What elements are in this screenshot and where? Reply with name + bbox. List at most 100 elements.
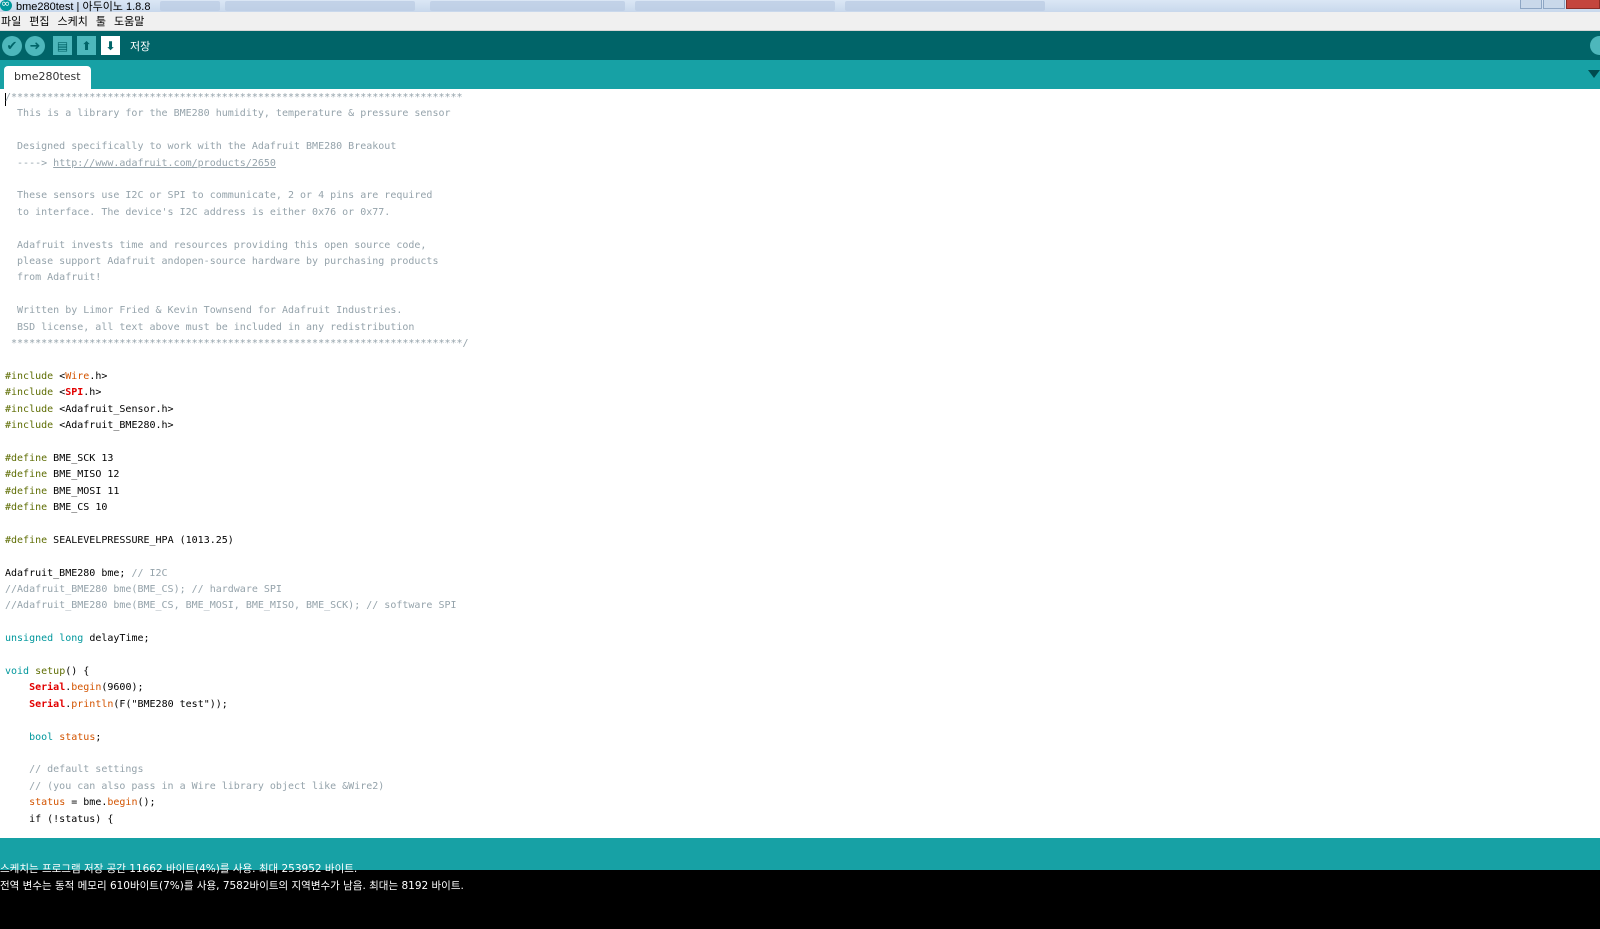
code-token: begin [107, 797, 138, 809]
code-line[interactable]: unsigned long delayTime; [5, 630, 150, 647]
code-line[interactable]: #define BME_MISO 12 [5, 466, 119, 483]
code-token: bool [29, 731, 54, 743]
code-line[interactable]: #define BME_CS 10 [5, 499, 107, 516]
code-line[interactable]: BSD license, all text above must be incl… [5, 319, 414, 336]
background-taskbar-tab [160, 1, 220, 11]
code-line[interactable]: These sensors use I2C or SPI to communic… [5, 187, 432, 204]
code-token: //Adafruit_BME280 bme(BME_CS, BME_MOSI, … [5, 600, 457, 612]
tab-strip: bme280test [0, 60, 1600, 89]
code-line[interactable]: // (you can also pass in a Wire library … [5, 778, 384, 795]
console-line: 스케치는 프로그램 저장 공간 11662 바이트(4%)를 사용. 최대 25… [0, 863, 358, 875]
code-token: Adafruit_BME280 bme; [5, 567, 132, 579]
code-token: begin [71, 682, 102, 694]
code-line[interactable]: Designed specifically to work with the A… [5, 138, 396, 155]
code-line[interactable]: status = bme.begin(); [5, 794, 155, 811]
code-token: // I2C [131, 567, 168, 579]
code-token: BME_CS 10 [47, 502, 108, 513]
code-line[interactable]: ----> http://www.adafruit.com/products/2… [5, 155, 276, 172]
code-line[interactable]: //Adafruit_BME280 bme(BME_CS); // hardwa… [5, 581, 282, 598]
code-line[interactable]: #define SEALEVELPRESSURE_HPA (1013.25) [5, 532, 234, 549]
code-line[interactable]: #include <SPI.h> [5, 384, 101, 401]
code-token: //Adafruit_BME280 bme(BME_CS); // hardwa… [5, 584, 282, 595]
code-line[interactable]: to interface. The device's I2C address i… [5, 204, 390, 221]
tab-bme280test[interactable]: bme280test [4, 66, 91, 89]
code-line[interactable]: from Adafruit! [5, 269, 101, 286]
code-token: <Adafruit_Sensor.h> [53, 403, 174, 415]
maximize-icon[interactable] [1543, 0, 1565, 9]
save-button[interactable]: ⬇ [101, 36, 120, 55]
menu-edit[interactable]: 편집 [28, 13, 54, 29]
upload-button[interactable]: ➜ [25, 36, 45, 56]
code-token: // default settings [5, 764, 144, 776]
code-token: #define [5, 452, 48, 464]
new-file-icon: ▤ [56, 38, 69, 53]
menu-file[interactable]: 파일 [0, 13, 26, 29]
code-line[interactable]: This is a library for the BME280 humidit… [5, 105, 451, 122]
code-line[interactable]: void setup() { [5, 663, 89, 680]
arrow-right-icon: ➜ [29, 38, 41, 54]
code-token: This is a library for the BME280 humidit… [5, 108, 451, 120]
console-output: 스케치는 프로그램 저장 공간 11662 바이트(4%)를 사용. 최대 25… [0, 863, 1600, 929]
code-token: delayTime; [83, 633, 150, 645]
code-line[interactable]: Serial.println(F("BME280 test")); [5, 696, 228, 713]
code-token: #include [5, 403, 54, 415]
code-token: (F("BME280 test")); [113, 698, 228, 710]
code-line[interactable]: Written by Limor Fried & Kevin Townsend … [5, 302, 402, 319]
code-token: to interface. The device's I2C address i… [5, 206, 391, 218]
code-token: if (!status) { [5, 813, 114, 825]
code-line[interactable]: #define BME_SCK 13 [5, 450, 113, 467]
tab-menu-chevron-down-icon[interactable] [1588, 70, 1600, 78]
code-token: BME_MISO 12 [47, 469, 120, 481]
code-token: () { [65, 666, 90, 677]
code-token: #define [5, 534, 48, 546]
code-token: setup [35, 666, 66, 677]
menu-help[interactable]: 도움말 [113, 13, 149, 29]
toolbar: ✔ ➜ ▤ ⬆ ⬇ 저장 [0, 31, 1600, 60]
code-token: (9600); [101, 682, 144, 694]
code-line[interactable]: if (!status) { [5, 811, 113, 828]
new-button[interactable]: ▤ [53, 36, 72, 55]
verify-button[interactable]: ✔ [2, 36, 22, 56]
code-line[interactable]: please support Adafruit andopen-source h… [5, 253, 438, 270]
code-token: unsigned [5, 633, 54, 645]
code-token: Designed specifically to work with the A… [5, 141, 397, 153]
code-line[interactable]: #define BME_MOSI 11 [5, 483, 119, 500]
code-line[interactable]: /***************************************… [5, 89, 463, 106]
toolbar-hover-label: 저장 [130, 40, 151, 53]
code-token: .h> [83, 387, 102, 399]
code-token: These sensors use I2C or SPI to communic… [5, 190, 433, 202]
code-line[interactable]: Serial.begin(9600); [5, 679, 144, 696]
code-line[interactable]: //Adafruit_BME280 bme(BME_CS, BME_MOSI, … [5, 597, 457, 614]
background-taskbar-tab [225, 1, 415, 11]
code-line[interactable]: #include <Adafruit_Sensor.h> [5, 401, 174, 418]
code-token: = bme. [65, 797, 108, 809]
code-token: < [53, 387, 66, 399]
close-icon[interactable] [1566, 0, 1600, 9]
code-token: SEALEVELPRESSURE_HPA (1013.25) [47, 534, 234, 546]
code-line[interactable]: // default settings [5, 761, 143, 778]
code-line[interactable]: Adafruit invests time and resources prov… [5, 237, 426, 254]
code-editor[interactable]: /***************************************… [0, 89, 1600, 838]
code-token: <Adafruit_BME280.h> [53, 420, 174, 431]
code-line[interactable]: bool status; [5, 729, 101, 746]
code-line[interactable]: ****************************************… [5, 335, 469, 352]
code-token: // (you can also pass in a Wire library … [5, 780, 385, 792]
check-icon: ✔ [6, 38, 18, 54]
code-token: .h> [89, 370, 108, 382]
open-arrow-up-icon: ⬆ [81, 38, 92, 53]
code-line[interactable]: #include <Wire.h> [5, 368, 107, 385]
menu-sketch[interactable]: 스케치 [57, 13, 93, 29]
serial-monitor-button[interactable] [1590, 36, 1600, 55]
code-token: BME_SCK 13 [47, 452, 114, 464]
code-line[interactable]: Adafruit_BME280 bme; // I2C [5, 565, 168, 582]
code-line[interactable]: #include <Adafruit_BME280.h> [5, 417, 174, 434]
open-button[interactable]: ⬆ [77, 36, 96, 55]
menu-tools[interactable]: 툴 [95, 13, 111, 29]
code-token: please support Adafruit andopen-source h… [5, 256, 439, 267]
minimize-icon[interactable] [1520, 0, 1542, 9]
window-controls [1519, 0, 1600, 10]
save-arrow-down-icon: ⬇ [105, 38, 116, 53]
background-taskbar-tab [430, 1, 625, 11]
